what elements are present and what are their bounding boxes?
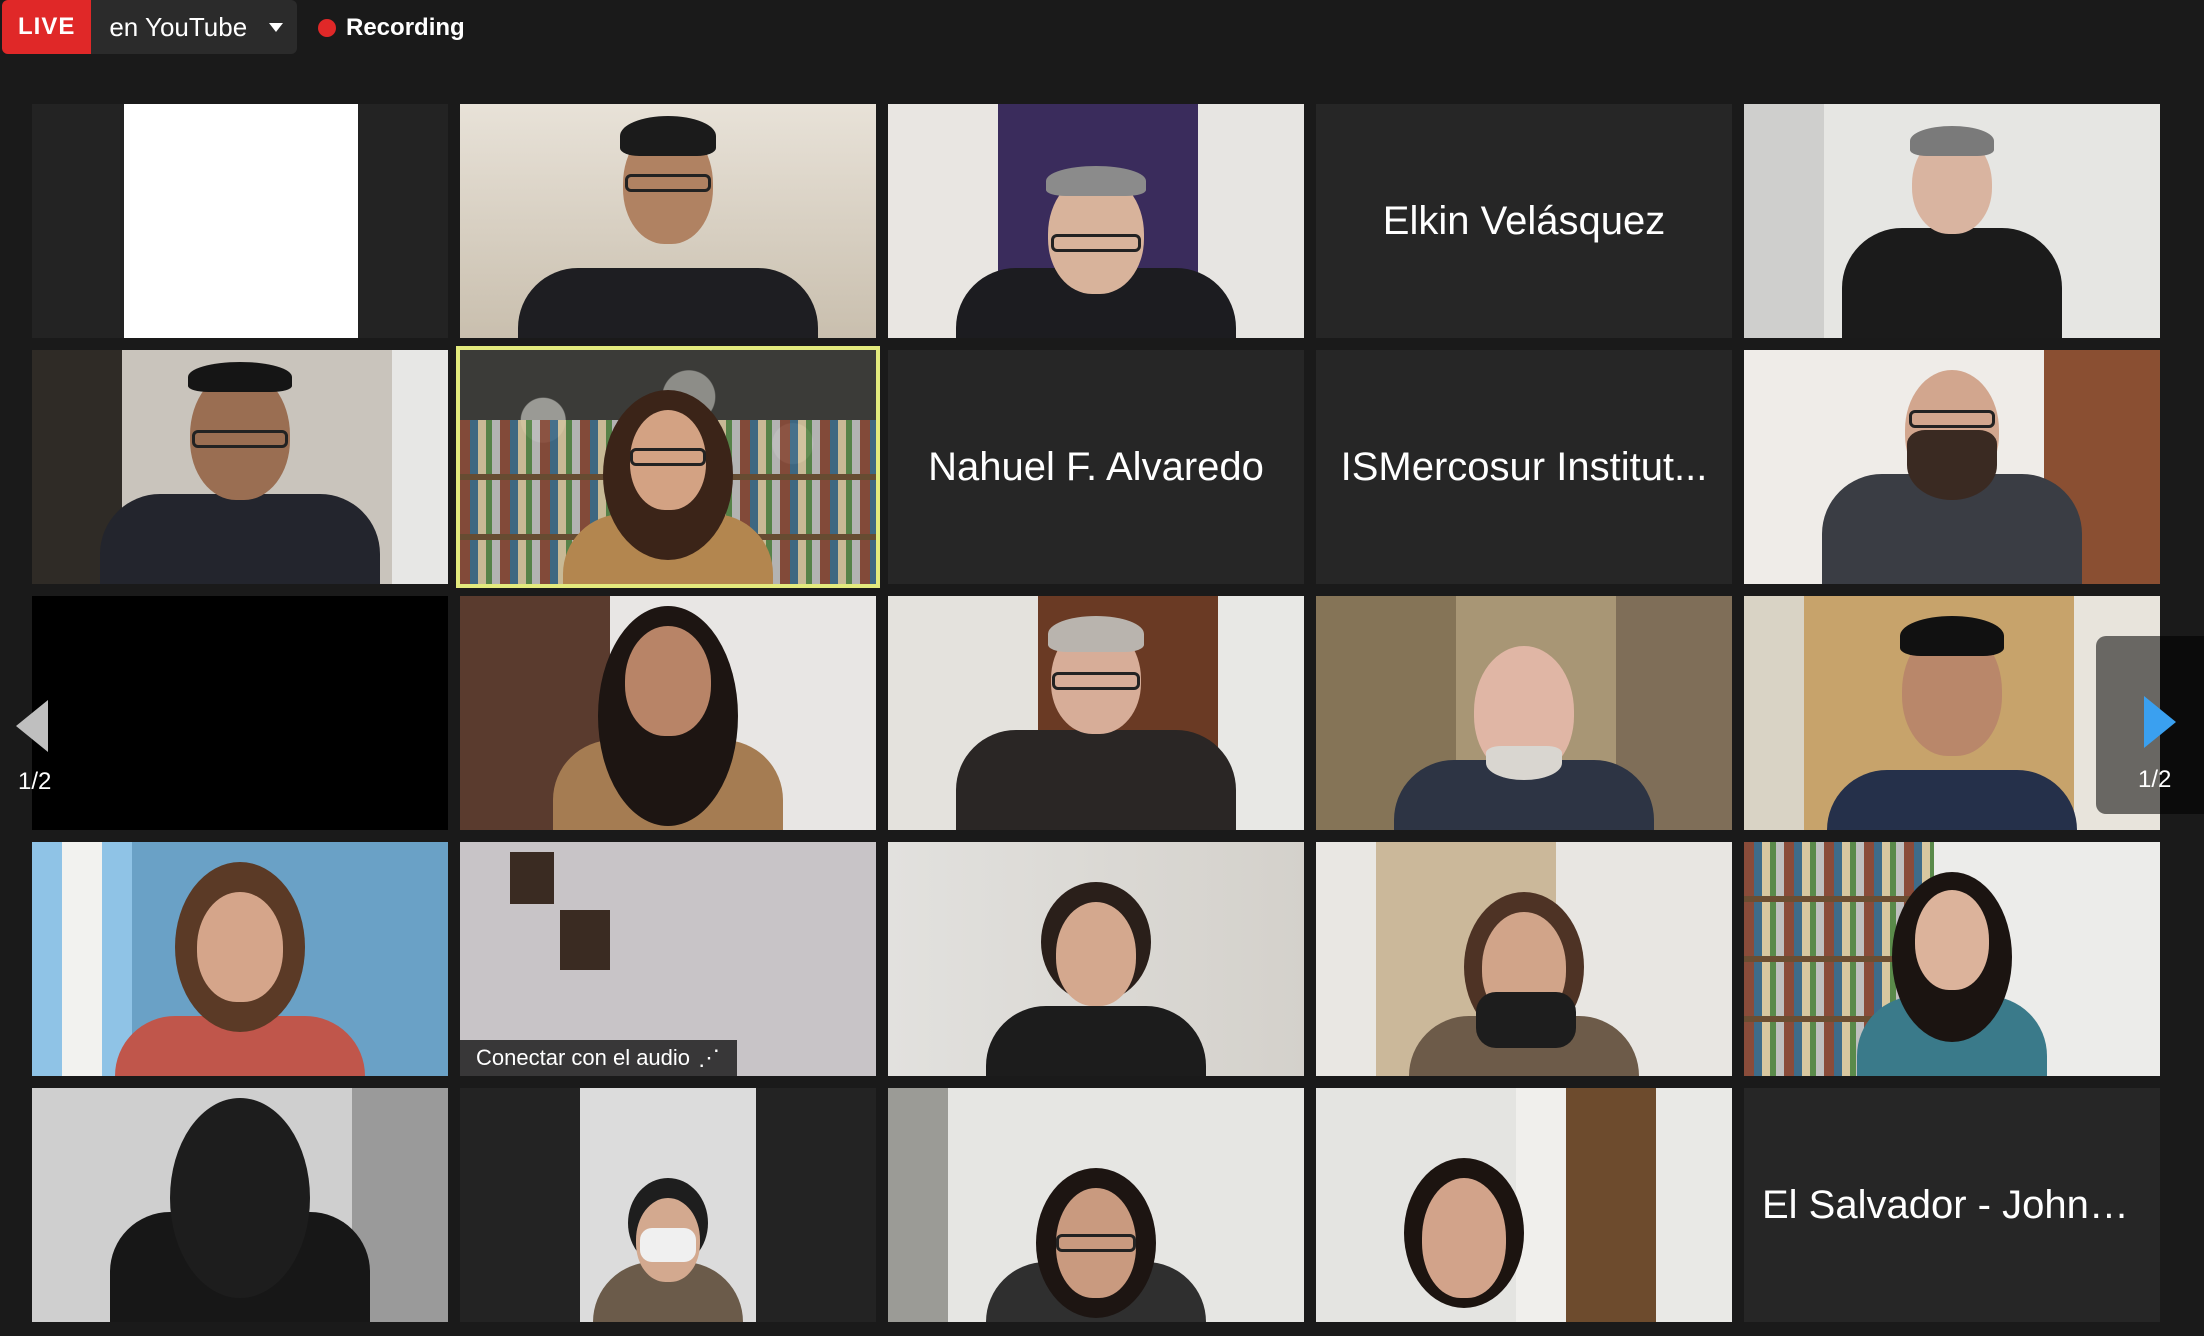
record-dot-icon [318, 19, 336, 37]
video-feed [460, 596, 876, 830]
participant-name: Nahuel F. Alvaredo [928, 444, 1264, 489]
connect-audio-label: Conectar con el audio [476, 1045, 691, 1070]
participant-tile[interactable] [1744, 104, 2160, 338]
live-badge: LIVE [2, 0, 92, 54]
video-feed [32, 842, 448, 1076]
participant-tile[interactable] [460, 104, 876, 338]
arrow-right-icon[interactable] [2144, 696, 2176, 748]
video-feed [1744, 104, 2160, 338]
video-feed [888, 104, 1304, 338]
participant-tile[interactable] [32, 1088, 448, 1322]
participant-tile[interactable] [888, 1088, 1304, 1322]
previous-page-button[interactable]: 1/2 [0, 640, 60, 810]
video-feed [1744, 350, 2160, 584]
video-feed [1316, 596, 1732, 830]
meeting-top-bar: LIVE en YouTube Recording [0, 0, 2204, 60]
participant-tile[interactable]: Conectar con el audio ⋰ [460, 842, 876, 1076]
chevron-down-icon[interactable] [269, 22, 284, 32]
participant-tile[interactable]: Elkin Velásquez [1316, 104, 1732, 338]
participant-tile-active-speaker[interactable] [456, 346, 880, 588]
live-platform-dropdown[interactable]: en YouTube [91, 0, 298, 54]
participant-tile[interactable]: El Salvador - Johnn... [1744, 1088, 2160, 1322]
video-feed [888, 596, 1304, 830]
video-feed [1316, 1088, 1732, 1322]
more-dots-icon[interactable]: ⋰ [698, 1045, 721, 1071]
page-indicator-left: 1/2 [18, 768, 52, 795]
participant-tile[interactable]: ISMercosur Institut... [1316, 350, 1732, 584]
participant-tile[interactable] [460, 1088, 876, 1322]
arrow-left-icon[interactable] [16, 700, 48, 752]
participant-name: Elkin Velásquez [1382, 198, 1666, 243]
video-feed [32, 1088, 448, 1322]
video-feed [32, 350, 448, 584]
recording-indicator: Recording [318, 10, 465, 46]
participant-tile[interactable] [460, 596, 876, 830]
participant-tile[interactable] [888, 104, 1304, 338]
participant-tile[interactable] [1744, 842, 2160, 1076]
participant-tile[interactable] [32, 596, 448, 830]
participant-tile[interactable] [1316, 1088, 1732, 1322]
participant-tile[interactable] [1744, 350, 2160, 584]
video-feed [1744, 842, 2160, 1076]
live-platform-label: en YouTube [109, 11, 248, 42]
participant-name: ISMercosur Institut... [1340, 444, 1708, 489]
live-stream-status[interactable]: LIVE en YouTube [2, 0, 298, 54]
gallery-grid: Elkin Velásquez Nahuel F. Alvaredo ISMer… [32, 104, 2160, 1322]
participant-name: El Salvador - Johnn... [1762, 1182, 2142, 1227]
video-feed [460, 104, 876, 338]
recording-label: Recording [346, 14, 465, 41]
participant-tile[interactable]: Nahuel F. Alvaredo [888, 350, 1304, 584]
participant-tile[interactable] [888, 596, 1304, 830]
next-page-button[interactable]: 1/2 [2096, 636, 2204, 814]
participant-tile[interactable] [1316, 596, 1732, 830]
participant-tile[interactable] [1316, 842, 1732, 1076]
participant-tile[interactable] [32, 842, 448, 1076]
video-feed [580, 1088, 756, 1322]
video-feed [888, 1088, 1304, 1322]
video-feed [124, 104, 358, 338]
participant-tile[interactable] [32, 350, 448, 584]
connect-audio-banner[interactable]: Conectar con el audio ⋰ [460, 1040, 738, 1076]
video-feed [1316, 842, 1732, 1076]
page-indicator-right: 1/2 [2138, 766, 2172, 793]
participant-tile[interactable] [32, 104, 448, 338]
participant-tile[interactable] [888, 842, 1304, 1076]
video-feed [460, 350, 876, 584]
video-feed [888, 842, 1304, 1076]
